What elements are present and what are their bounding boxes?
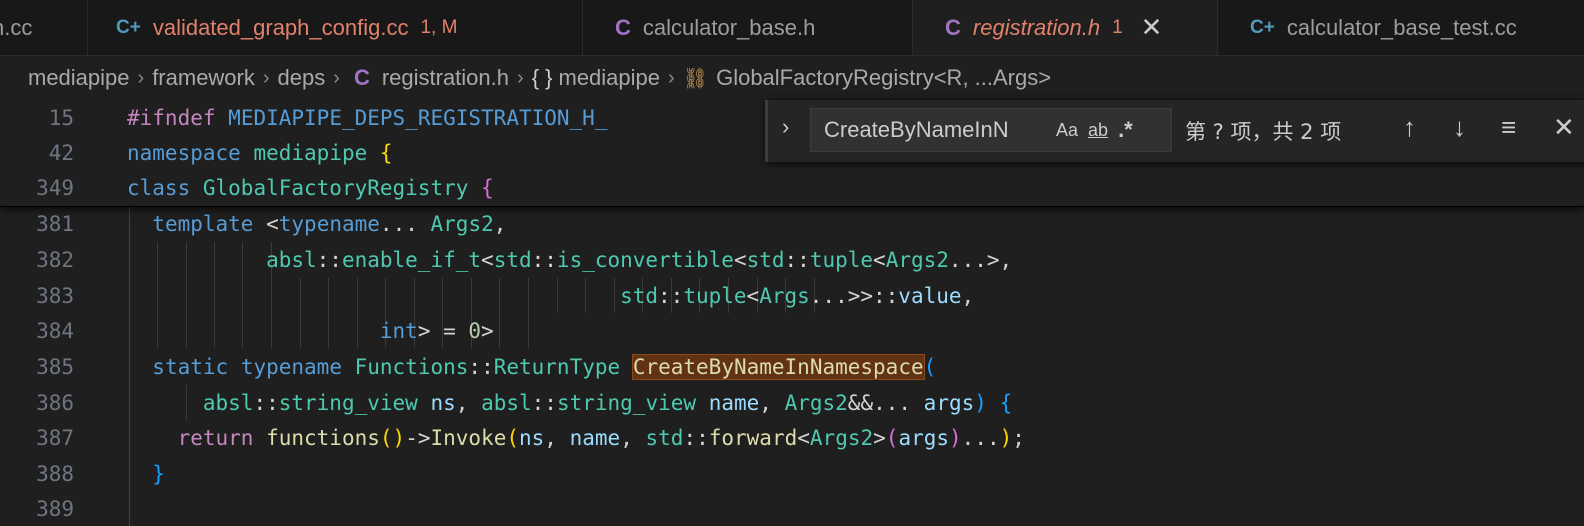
code-line[interactable]: 349 class GlobalFactoryRegistry {	[0, 170, 1584, 205]
chevron-right-icon: ›	[517, 66, 524, 89]
find-widget: › Aa ab .* 第 ? 项，共 2 项 ↑ ↓ ≡ ✕	[765, 100, 1584, 162]
line-number: 42	[48, 140, 74, 165]
code-text: template <typename... Args2,	[152, 211, 507, 236]
previous-match-icon[interactable]: ↑	[1403, 112, 1416, 143]
code-line[interactable]: 386 absl::string_view ns, absl::string_v…	[0, 385, 1584, 420]
line-number: 385	[36, 354, 74, 379]
tab-n-cc[interactable]: n.cc	[0, 0, 88, 55]
breadcrumb-item[interactable]: registration.h	[382, 65, 509, 91]
tab-label: calculator_base.h	[642, 14, 816, 40]
find-input-box: Aa ab .*	[810, 108, 1172, 152]
line-number: 387	[36, 425, 74, 450]
find-input[interactable]	[824, 117, 1046, 143]
tab-label: validated_graph_config.cc	[152, 14, 409, 40]
line-number: 388	[36, 461, 74, 486]
code-line[interactable]: 387 return functions()->Invoke(ns, name,…	[0, 420, 1584, 455]
line-number: 382	[36, 247, 74, 272]
code-text: int> = 0>	[379, 318, 494, 343]
close-find-icon[interactable]: ✕	[1553, 112, 1575, 143]
code-text: absl::string_view ns, absl::string_view …	[202, 390, 1013, 415]
code-text: class GlobalFactoryRegistry {	[127, 175, 494, 200]
code-text: return functions()->Invoke(ns, name, std…	[177, 425, 1025, 450]
toggle-replace-chevron-icon[interactable]: ›	[782, 114, 789, 140]
code-text: std::tuple<Args...>>::value,	[620, 283, 975, 308]
c-header-icon: C	[615, 14, 631, 40]
c-header-icon: C	[353, 65, 370, 90]
code-editor[interactable]: 15 #ifndef MEDIAPIPE_DEPS_REGISTRATION_H…	[0, 100, 1584, 526]
line-number: 383	[36, 283, 74, 308]
code-line[interactable]: 381 template <typename... Args2,	[0, 206, 1584, 241]
breadcrumb-item[interactable]: mediapipe	[28, 65, 130, 91]
tab-registration-h[interactable]: C registration.h 1 ✕	[913, 0, 1218, 55]
tab-label: calculator_base_test.cc	[1286, 14, 1517, 40]
line-number: 15	[48, 105, 74, 130]
tab-label: registration.h	[972, 14, 1101, 40]
regex-icon[interactable]: .*	[1118, 117, 1133, 143]
chevron-right-icon: ›	[262, 66, 270, 89]
breadcrumb-item[interactable]: deps	[278, 65, 326, 91]
chevron-right-icon: ›	[137, 66, 145, 89]
tab-validated-graph-config[interactable]: C+ validated_graph_config.cc 1, M	[88, 0, 583, 55]
code-text: absl::enable_if_t<std::is_convertible<st…	[266, 247, 1013, 272]
chevron-right-icon: ›	[333, 66, 340, 89]
code-text: namespace mediapipe {	[127, 140, 393, 165]
line-number: 349	[36, 175, 74, 200]
cpp-file-icon: C+	[116, 16, 141, 38]
cpp-file-icon: C+	[1250, 16, 1275, 38]
breadcrumb-item[interactable]: GlobalFactoryRegistry<R, ...Args>	[716, 65, 1051, 91]
tab-calculator-base-test[interactable]: C+ calculator_base_test.cc	[1218, 0, 1584, 55]
find-in-selection-icon[interactable]: ≡	[1501, 112, 1516, 143]
breadcrumb-item[interactable]: framework	[152, 65, 255, 91]
tab-label: n.cc	[0, 14, 33, 40]
tab-calculator-base-h[interactable]: C calculator_base.h	[583, 0, 913, 55]
code-line[interactable]: 383 std::tuple<Args...>>::value,	[0, 278, 1584, 313]
tab-bar: n.cc C+ validated_graph_config.cc 1, M C…	[0, 0, 1584, 56]
code-line[interactable]: 388 }	[0, 456, 1584, 491]
match-count: 第 ? 项，共 2 项	[1185, 120, 1342, 144]
namespace-icon: { }	[531, 65, 553, 90]
match-case-icon[interactable]: Aa	[1056, 120, 1078, 141]
code-text: #ifndef MEDIAPIPE_DEPS_REGISTRATION_H_	[127, 105, 608, 130]
c-header-icon: C	[945, 14, 961, 40]
breadcrumb: mediapipe › framework › deps › C registr…	[0, 56, 1584, 100]
code-line[interactable]: 384 int> = 0>	[0, 313, 1584, 348]
code-text: }	[152, 461, 165, 486]
line-number: 386	[36, 390, 74, 415]
line-number: 381	[36, 211, 74, 236]
code-text: static typename Functions::ReturnType Cr…	[152, 353, 937, 380]
whole-word-icon[interactable]: ab	[1088, 120, 1108, 141]
next-match-icon[interactable]: ↓	[1453, 112, 1466, 143]
close-icon[interactable]: ✕	[1141, 12, 1163, 43]
code-line[interactable]: 389	[0, 491, 1584, 526]
tab-badge: 1	[1112, 16, 1123, 38]
tab-badge: 1, M	[420, 16, 458, 38]
breadcrumb-item[interactable]: mediapipe	[559, 65, 661, 91]
class-icon: ⛓	[682, 67, 709, 90]
code-line[interactable]: 382 absl::enable_if_t<std::is_convertibl…	[0, 242, 1584, 277]
search-match-highlight: CreateByNameInNamespace	[631, 353, 925, 380]
line-number: 384	[36, 318, 74, 343]
chevron-right-icon: ›	[668, 66, 675, 89]
line-number: 389	[36, 496, 74, 521]
code-line[interactable]: 385 static typename Functions::ReturnTyp…	[0, 349, 1584, 384]
